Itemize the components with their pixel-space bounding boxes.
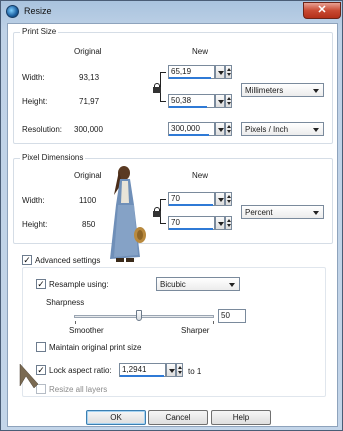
pixel-width-spinner[interactable]	[225, 192, 232, 206]
print-width-original: 93,13	[79, 73, 100, 82]
print-unit-select[interactable]: Millimeters	[241, 83, 324, 97]
maintain-print-size-checkbox[interactable]	[36, 342, 46, 352]
pixel-height-original: 850	[82, 220, 96, 229]
advanced-settings-label: Advanced settings	[35, 256, 101, 265]
print-height-original: 71,97	[79, 97, 100, 106]
sharper-label: Sharper	[181, 326, 210, 335]
resample-checkbox[interactable]: ✓	[36, 279, 46, 289]
pixel-width-input[interactable]: 70	[168, 192, 215, 206]
resolution-spinner[interactable]	[225, 122, 232, 136]
smoother-label: Smoother	[69, 326, 104, 335]
resample-label: Resample using:	[49, 280, 109, 289]
resolution-original: 300,000	[74, 125, 103, 134]
help-button[interactable]: Help	[211, 410, 271, 425]
aspect-ratio-input[interactable]: 1,2941	[119, 363, 166, 377]
pixel-width-original: 1100	[79, 196, 97, 205]
dialog-body: Print Size Original New Width: 93,13 65,…	[7, 23, 338, 427]
aspect-ratio-suffix: to 1	[188, 367, 202, 376]
lock-aspect-ratio-label: Lock aspect ratio:	[49, 366, 112, 375]
pixel-unit-value: Percent	[245, 208, 273, 217]
pixel-new-header: New	[192, 171, 209, 180]
print-size-legend: Print Size	[20, 27, 59, 36]
maintain-print-size-label: Maintain original print size	[49, 343, 142, 352]
print-height-dropdown[interactable]	[215, 94, 225, 108]
sharpness-slider-thumb[interactable]	[136, 310, 142, 321]
pointer-arrow-icon	[19, 363, 39, 389]
pixel-width-dropdown[interactable]	[215, 192, 225, 206]
print-width-value: 65,19	[171, 67, 192, 76]
sharpness-slider-track[interactable]	[74, 315, 214, 318]
slider-tick	[213, 321, 214, 324]
aspect-ratio-value: 1,2941	[122, 365, 147, 374]
resolution-dropdown[interactable]	[215, 122, 225, 136]
pixel-width-value: 70	[171, 194, 180, 203]
aspect-ratio-spinner[interactable]	[176, 363, 183, 377]
resize-all-layers-label: Resize all layers	[49, 385, 108, 394]
print-height-label: Height:	[22, 97, 48, 106]
pixel-dimensions-group: Pixel Dimensions Original New Width: 110…	[13, 153, 333, 262]
ok-button[interactable]: OK	[86, 410, 146, 425]
resolution-unit-value: Pixels / Inch	[245, 125, 289, 134]
pixel-height-spinner[interactable]	[225, 216, 232, 230]
pixel-height-dropdown[interactable]	[215, 216, 225, 230]
resolution-value: 300,000	[171, 124, 200, 133]
print-height-input[interactable]: 50,38	[168, 94, 215, 108]
pixel-height-input[interactable]: 70	[168, 216, 215, 230]
pixel-original-header: Original	[74, 171, 102, 180]
close-button[interactable]: ✕	[303, 2, 341, 19]
woman-figure-tube-image	[110, 166, 146, 262]
pixel-unit-select[interactable]: Percent	[241, 205, 324, 219]
sharpness-value: 50	[221, 311, 230, 320]
print-size-group: Print Size Original New Width: 93,13 65,…	[13, 27, 333, 144]
resolution-input[interactable]: 300,000	[168, 122, 215, 136]
print-original-header: Original	[74, 47, 102, 56]
print-height-spinner[interactable]	[225, 94, 232, 108]
print-width-label: Width:	[22, 73, 45, 82]
title-bar: Resize ✕	[1, 1, 342, 23]
resample-method-select[interactable]: Bicubic	[156, 277, 240, 291]
aspect-ratio-dropdown[interactable]	[166, 363, 176, 377]
sharpness-label: Sharpness	[46, 298, 85, 307]
advanced-settings-checkbox[interactable]: ✓	[22, 255, 32, 265]
pixel-height-value: 70	[171, 218, 180, 227]
lock-icon[interactable]	[153, 207, 161, 217]
print-width-spinner[interactable]	[225, 65, 232, 79]
paint-shop-icon	[6, 5, 19, 18]
print-unit-value: Millimeters	[245, 86, 284, 95]
print-width-dropdown[interactable]	[215, 65, 225, 79]
print-height-value: 50,38	[171, 96, 192, 105]
pixel-width-label: Width:	[22, 196, 45, 205]
resolution-label: Resolution:	[22, 125, 63, 134]
slider-tick	[75, 321, 76, 324]
cancel-button[interactable]: Cancel	[148, 410, 208, 425]
print-width-input[interactable]: 65,19	[168, 65, 215, 79]
resize-dialog: Resize ✕ Print Size Original New Width: …	[0, 0, 343, 431]
window-title: Resize	[24, 6, 52, 16]
sharpness-input[interactable]: 50	[218, 309, 246, 323]
resample-method-value: Bicubic	[160, 280, 186, 289]
print-new-header: New	[192, 47, 209, 56]
resolution-unit-select[interactable]: Pixels / Inch	[241, 122, 324, 136]
pixel-dimensions-legend: Pixel Dimensions	[20, 153, 86, 162]
pixel-height-label: Height:	[22, 220, 48, 229]
lock-icon[interactable]	[153, 83, 161, 93]
